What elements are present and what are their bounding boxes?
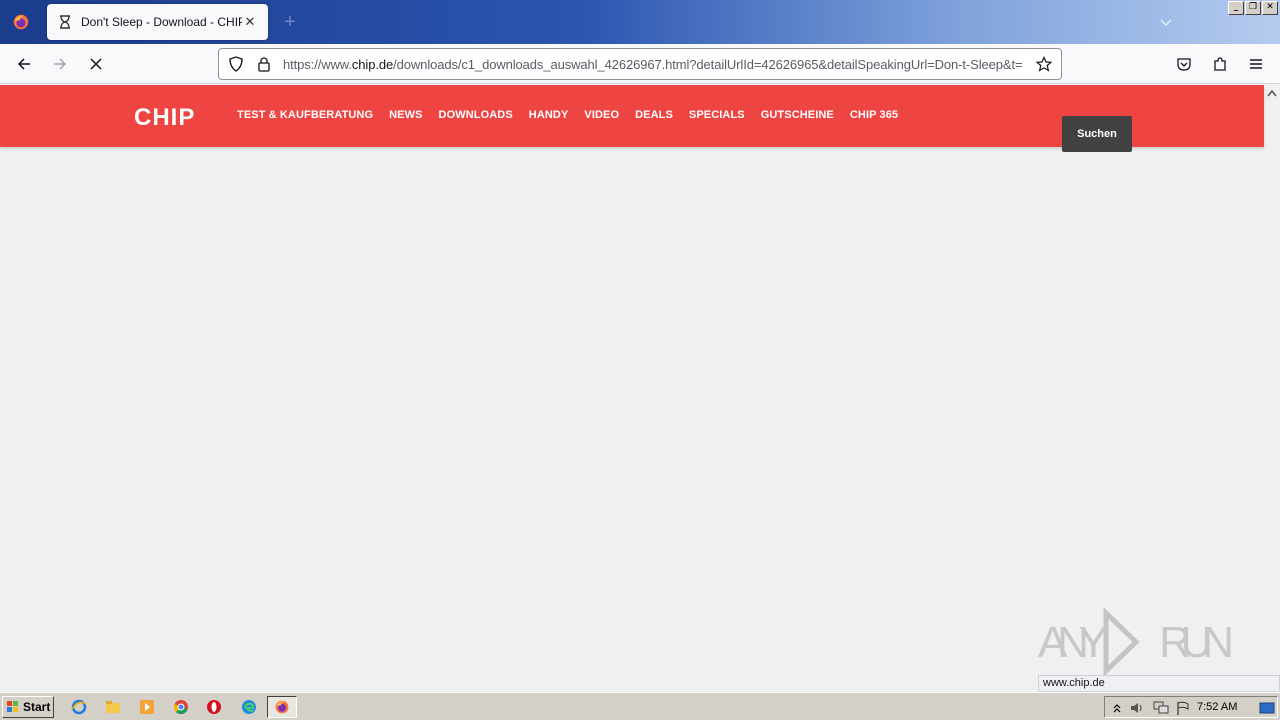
back-icon[interactable] <box>12 52 36 76</box>
tray-clock[interactable]: 7:52 AM <box>1197 701 1237 713</box>
show-desktop-icon[interactable] <box>1259 700 1275 716</box>
chip-main-nav: TEST & KAUFBERATUNG NEWS DOWNLOADS HANDY… <box>237 109 914 121</box>
stop-loading-icon[interactable] <box>84 52 108 76</box>
tab-title: Don't Sleep - Download - CHIP <box>81 15 242 29</box>
svg-text:ANY RUN: ANY RUN <box>1038 618 1234 667</box>
chip-logo[interactable]: CHIP <box>134 105 212 127</box>
forward-icon[interactable] <box>48 52 72 76</box>
tracking-shield-icon[interactable] <box>227 55 245 73</box>
url-text[interactable]: https://www.chip.de/downloads/c1_downloa… <box>283 57 1035 72</box>
action-center-flag-icon[interactable] <box>1175 700 1191 716</box>
anyrun-watermark: ANY RUN <box>1038 607 1234 677</box>
internet-explorer-icon[interactable] <box>70 698 88 716</box>
loading-hourglass-icon <box>57 14 73 30</box>
new-tab-icon[interactable]: + <box>280 12 300 32</box>
lock-icon[interactable] <box>255 55 273 73</box>
nav-test-kaufberatung[interactable]: TEST & KAUFBERATUNG <box>237 109 373 121</box>
nav-chip-365[interactable]: CHIP 365 <box>850 109 898 121</box>
bookmark-star-icon[interactable] <box>1035 55 1053 73</box>
start-label: Start <box>23 700 51 714</box>
page-viewport: CHIP TEST & KAUFBERATUNG NEWS DOWNLOADS … <box>0 85 1280 692</box>
nav-deals[interactable]: DEALS <box>635 109 673 121</box>
firefox-taskbar-icon[interactable] <box>273 698 291 716</box>
url-scheme: https://www. <box>283 56 352 72</box>
list-all-tabs-icon[interactable] <box>1158 14 1174 30</box>
media-player-icon[interactable] <box>138 698 156 716</box>
tray-expand-icon[interactable] <box>1109 700 1125 716</box>
active-tab[interactable]: Don't Sleep - Download - CHIP ✕ <box>47 4 268 40</box>
chrome-icon[interactable] <box>172 698 190 716</box>
file-explorer-icon[interactable] <box>104 698 122 716</box>
windows-taskbar: Start 7:52 AM <box>0 692 1280 720</box>
start-button[interactable]: Start <box>2 696 54 718</box>
url-bar[interactable]: https://www.chip.de/downloads/c1_downloa… <box>218 48 1062 80</box>
restore-icon[interactable]: ❐ <box>1245 1 1261 15</box>
tab-close-icon[interactable]: ✕ <box>242 14 258 30</box>
title-bar: Don't Sleep - Download - CHIP ✕ + _ ❐ ✕ <box>0 0 1280 44</box>
nav-news[interactable]: NEWS <box>389 109 422 121</box>
edge-icon[interactable] <box>240 698 258 716</box>
nav-downloads[interactable]: DOWNLOADS <box>439 109 513 121</box>
nav-gutscheine[interactable]: GUTSCHEINE <box>761 109 834 121</box>
app-menu-icon[interactable] <box>1244 52 1268 76</box>
url-path: /downloads/c1_downloads_auswahl_42626967… <box>393 56 1023 72</box>
close-window-icon[interactable]: ✕ <box>1262 1 1278 15</box>
nav-video[interactable]: VIDEO <box>584 109 619 121</box>
minimize-icon[interactable]: _ <box>1228 1 1244 15</box>
search-button[interactable]: Suchen <box>1062 116 1132 152</box>
nav-specials[interactable]: SPECIALS <box>689 109 745 121</box>
navigation-toolbar: https://www.chip.de/downloads/c1_downloa… <box>0 44 1280 84</box>
extensions-icon[interactable] <box>1208 52 1232 76</box>
window-controls: _ ❐ ✕ <box>1228 1 1278 15</box>
network-icon[interactable] <box>1153 700 1169 716</box>
svg-text:CHIP: CHIP <box>134 105 195 127</box>
windows-logo-icon <box>7 701 18 712</box>
firefox-menu-icon[interactable] <box>0 0 42 44</box>
system-tray: 7:52 AM <box>1104 696 1278 718</box>
volume-icon[interactable] <box>1129 700 1145 716</box>
opera-icon[interactable] <box>205 698 223 716</box>
url-host: chip.de <box>351 56 394 72</box>
pocket-icon[interactable] <box>1172 52 1196 76</box>
scroll-up-arrow-icon[interactable] <box>1264 85 1280 101</box>
nav-handy[interactable]: HANDY <box>529 109 569 121</box>
link-status-bar: www.chip.de <box>1038 675 1280 692</box>
